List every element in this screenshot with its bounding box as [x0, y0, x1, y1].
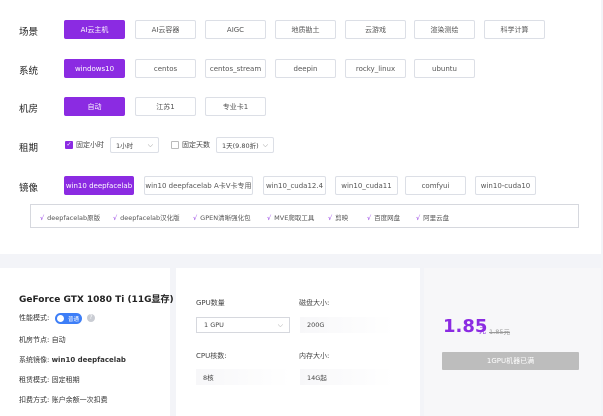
system-image-label: 系统镜像: — [19, 356, 50, 364]
tool-item: √ GPEN清晰强化包 — [193, 212, 251, 222]
system-image-value: win10 deepfacelab — [51, 356, 126, 364]
node-label: 机房节点: — [19, 336, 50, 344]
os-option-rocky-linux[interactable]: rocky_linux — [345, 59, 406, 78]
image-option-win10-cuda124[interactable]: win10_cuda12.4 — [263, 176, 326, 195]
image-info: 系统镜像: win10 deepfacelab — [19, 355, 126, 365]
preinstalled-tools-box: √ deepfacelab原版 √ deepfacelab汉化版 √ GPEN清晰强化… — [30, 204, 579, 228]
toggle-knob — [57, 315, 64, 322]
rent-label: 租期 — [19, 143, 39, 154]
room-option-auto[interactable]: 自动 — [64, 97, 125, 116]
image-option-win10-deepfacelab-av[interactable]: win10 deepfacelab A卡V卡专用 — [144, 176, 253, 195]
checkmark-icon: √ — [328, 214, 333, 222]
disk-size-label: 磁盘大小: — [299, 299, 330, 307]
perf-mode-toggle[interactable]: 普通 — [55, 313, 82, 324]
tool-item: √ deepfacelab汉化版 — [113, 212, 180, 222]
cpu-cores-label: CPU核数: — [196, 352, 227, 360]
rent-mode-value: 固定租期 — [51, 376, 80, 384]
rent-mode-label: 租赁模式: — [19, 376, 50, 384]
scene-option-geology[interactable]: 地质勘土 — [275, 20, 336, 39]
os-option-centos-stream[interactable]: centos_stream — [205, 59, 266, 78]
tool-label: 阿里云盘 — [423, 214, 450, 222]
gpu-count-label: GPU数量 — [196, 299, 225, 307]
tool-label: 百度网盘 — [374, 214, 401, 222]
room-option-pro-card1[interactable]: 专业卡1 — [205, 97, 266, 116]
rent-button[interactable]: 1GPU机器已满 — [442, 352, 579, 370]
original-price: 1.85元 — [489, 328, 510, 336]
disk-size-value: 200G — [300, 317, 394, 333]
os-option-deepin[interactable]: deepin — [275, 59, 336, 78]
cpu-cores-value: 8核 — [196, 369, 290, 385]
fixed-days-label: 固定天数 — [182, 141, 210, 149]
memory-size-label: 内存大小: — [299, 352, 330, 360]
checkmark-icon: √ — [193, 214, 198, 222]
tool-item: √ deepfacelab原版 — [40, 212, 100, 222]
os-option-centos[interactable]: centos — [135, 59, 196, 78]
pricing-card — [424, 268, 601, 416]
hours-select[interactable]: 1小时 ⌵ — [110, 137, 159, 153]
checkmark-icon: √ — [367, 214, 372, 222]
perf-mode-value: 普通 — [67, 316, 79, 323]
perf-mode-label: 性能模式: — [19, 314, 50, 322]
spec-card: GPU数量 1 GPU ⌵ 磁盘大小: 200G CPU核数: 8核 内存大小:… — [176, 268, 420, 416]
scene-option-ai-host[interactable]: AI云主机 — [64, 20, 125, 39]
tool-item: √ MVE爬取工具 — [267, 212, 314, 222]
image-label: 镜像 — [19, 183, 39, 194]
scene-option-aigc[interactable]: AIGC — [205, 20, 266, 39]
tool-label: MVE爬取工具 — [274, 214, 315, 222]
tool-label: GPEN清晰强化包 — [200, 214, 251, 222]
fixed-hours-checkbox[interactable]: ✓ — [65, 141, 73, 149]
room-label: 机房 — [19, 104, 39, 115]
image-option-comfyui[interactable]: comfyui — [405, 176, 466, 195]
days-select[interactable]: 1天(9.80折) ⌵ — [216, 137, 274, 153]
checkmark-icon: √ — [416, 214, 421, 222]
room-option-jiangsu1[interactable]: 江苏1 — [135, 97, 196, 116]
image-option-win10-cuda11[interactable]: win10_cuda11 — [335, 176, 398, 195]
tool-label: deepfacelab原版 — [47, 214, 101, 222]
fixed-hours-label: 固定小时 — [76, 141, 104, 149]
tool-label: 剪映 — [335, 214, 349, 222]
checkmark-icon: √ — [40, 214, 45, 222]
scene-option-ai-container[interactable]: AI云容器 — [135, 20, 196, 39]
tool-item: √ 剪映 — [328, 212, 348, 222]
config-panel: 场景 AI云主机 AI云容器 AIGC 地质勘土 云游戏 渲染测绘 科学计算 系… — [0, 0, 601, 254]
machine-summary-card: GeForce GTX 1080 Ti (11G显存) 性能模式: 普通 ? 机… — [0, 268, 174, 416]
days-select-value: 1天(9.80折) — [222, 142, 259, 150]
billing-info: 扣费方式: 账户余额一次扣费 — [19, 395, 108, 405]
image-option-win10-deepfacelab[interactable]: win10 deepfacelab — [64, 176, 134, 195]
scene-option-science[interactable]: 科学计算 — [484, 20, 545, 39]
fixed-days-checkbox[interactable] — [171, 141, 179, 149]
scene-label: 场景 — [19, 27, 39, 38]
node-value: 自动 — [51, 336, 66, 344]
price-unit: 元 — [479, 327, 486, 335]
tool-item: √ 阿里云盘 — [416, 212, 449, 222]
tool-label: deepfacelab汉化版 — [120, 214, 180, 222]
gpu-count-value: 1 GPU — [204, 321, 224, 329]
billing-value: 账户余额一次扣费 — [51, 396, 108, 404]
os-option-windows10[interactable]: windows10 — [64, 59, 125, 78]
hours-select-value: 1小时 — [116, 142, 134, 150]
checkmark-icon: √ — [113, 214, 118, 222]
image-option-win10-cuda10[interactable]: win10-cuda10 — [475, 176, 536, 195]
chevron-down-icon: ⌵ — [277, 321, 283, 329]
os-option-ubuntu[interactable]: ubuntu — [414, 59, 475, 78]
tool-item: √ 百度网盘 — [367, 212, 400, 222]
chevron-down-icon: ⌵ — [147, 141, 153, 149]
node-info: 机房节点: 自动 — [19, 335, 66, 345]
question-icon[interactable]: ? — [87, 314, 95, 322]
gpu-count-select[interactable]: 1 GPU ⌵ — [196, 317, 290, 333]
checkmark-icon: √ — [267, 214, 272, 222]
memory-size-value: 14G起 — [300, 369, 394, 385]
os-label: 系统 — [19, 66, 39, 77]
gpu-model-title: GeForce GTX 1080 Ti (11G显存) — [19, 295, 174, 305]
chevron-down-icon: ⌵ — [262, 141, 268, 149]
scene-option-cloud-gaming[interactable]: 云游戏 — [345, 20, 406, 39]
billing-label: 扣费方式: — [19, 396, 50, 404]
rent-mode-info: 租赁模式: 固定租期 — [19, 375, 80, 385]
scene-option-rendering[interactable]: 渲染测绘 — [414, 20, 475, 39]
